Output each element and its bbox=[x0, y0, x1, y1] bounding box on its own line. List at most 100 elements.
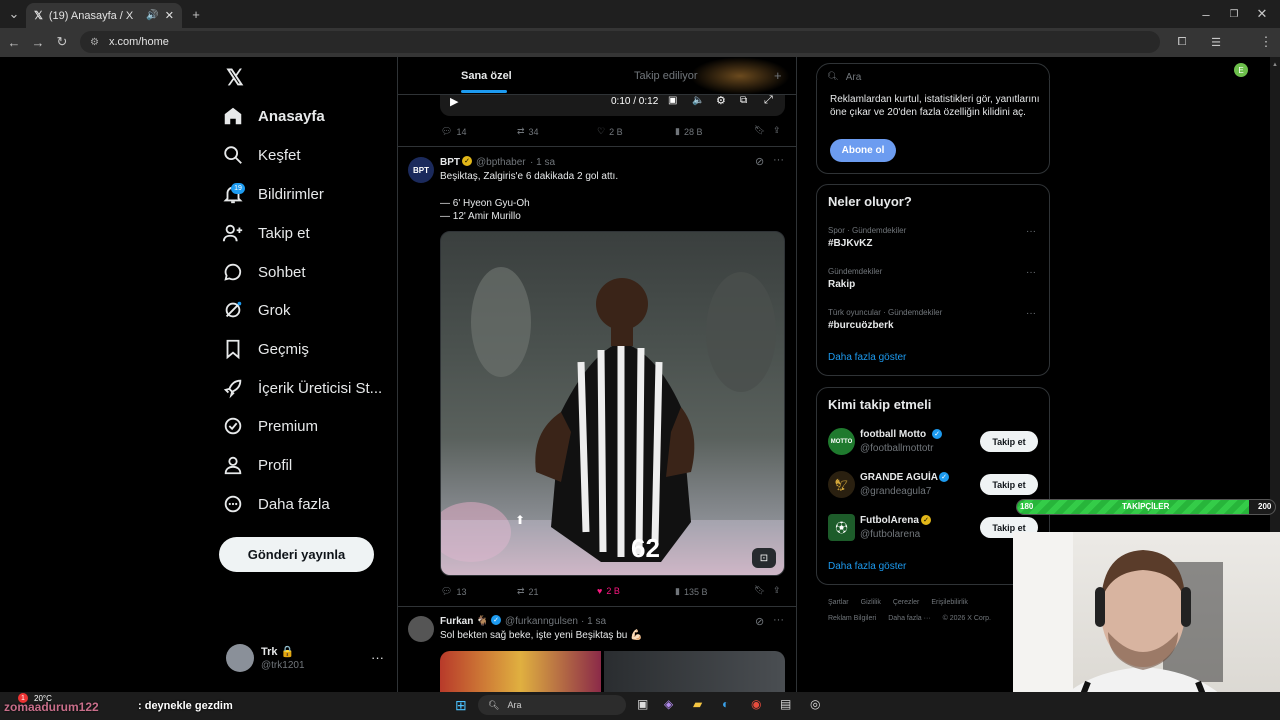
follow-button[interactable]: Takip et bbox=[980, 474, 1038, 495]
nav-explore[interactable]: Keşfet bbox=[222, 137, 301, 173]
account-more-icon[interactable]: ··· bbox=[371, 650, 384, 665]
avatar[interactable] bbox=[408, 616, 434, 642]
post-more-icon[interactable]: ··· bbox=[773, 614, 784, 626]
views-action[interactable]: ▮ 28 B bbox=[675, 126, 702, 137]
post-time[interactable]: · 1 sa bbox=[581, 616, 606, 627]
post-handle[interactable]: @furkanngulsen bbox=[505, 616, 578, 627]
avatar[interactable]: MOTTO bbox=[828, 428, 855, 455]
nav-creator-studio[interactable]: İçerik Üreticisi St... bbox=[222, 370, 382, 406]
post-author[interactable]: Furkan 🐐 bbox=[440, 616, 489, 627]
new-tab-icon[interactable]: + bbox=[186, 4, 206, 24]
avatar[interactable]: ⚽︎ bbox=[828, 514, 855, 541]
reload-icon[interactable]: ↻ bbox=[52, 32, 72, 52]
avatar[interactable]: BPT bbox=[408, 157, 434, 183]
suggested-name[interactable]: GRANDE AGUİA bbox=[860, 472, 938, 483]
tab-search-icon[interactable]: ⌄ bbox=[4, 4, 24, 24]
trend-name[interactable]: #burcuözberk bbox=[828, 320, 894, 331]
tab-close-icon[interactable]: ✕ bbox=[165, 9, 174, 22]
tab-for-you[interactable]: Sana özel bbox=[461, 70, 512, 82]
volume-icon[interactable]: 🔈 bbox=[692, 95, 704, 106]
avatar[interactable]: 🦅︎ bbox=[828, 471, 855, 498]
account-name[interactable]: Trk 🔒 bbox=[261, 645, 294, 658]
widgets-icon[interactable]: ◈ bbox=[664, 697, 673, 711]
repost-action[interactable]: ⇄ 34 bbox=[517, 126, 539, 137]
fullscreen-icon[interactable]: ⤢ bbox=[764, 94, 773, 107]
tab-audio-icon[interactable]: 🔊 bbox=[146, 10, 158, 21]
post-image[interactable] bbox=[604, 651, 785, 692]
scroll-up-icon[interactable]: ▲ bbox=[1272, 62, 1278, 70]
reply-action[interactable]: 💬︎ 13 bbox=[441, 586, 466, 597]
taskbar-search[interactable]: 🔍︎ Ara bbox=[478, 695, 626, 715]
nav-home[interactable]: Anasayfa bbox=[222, 98, 325, 134]
image-grok-icon[interactable]: ⊡ bbox=[752, 548, 776, 568]
url-field[interactable]: ⚙ x.com/home bbox=[80, 31, 1160, 53]
post-image[interactable]: 62 bbox=[440, 231, 785, 576]
nav-bookmarks[interactable]: Geçmiş bbox=[222, 331, 309, 367]
nav-more[interactable]: Daha fazla bbox=[222, 486, 330, 522]
app-icon[interactable]: ◎ bbox=[810, 697, 820, 711]
grok-post-icon[interactable]: ⊘ bbox=[755, 155, 764, 168]
task-view-icon[interactable]: ▣ bbox=[637, 697, 648, 711]
account-avatar[interactable] bbox=[226, 644, 254, 672]
play-icon[interactable]: ▶ bbox=[450, 95, 458, 108]
post-time[interactable]: · 1 sa bbox=[530, 157, 555, 168]
follow-show-more[interactable]: Daha fazla göster bbox=[828, 561, 906, 572]
post-handle[interactable]: @bpthaber bbox=[476, 157, 526, 168]
like-action[interactable]: ♡ 2 B bbox=[597, 126, 623, 137]
suggested-name[interactable]: FutbolArena bbox=[860, 515, 919, 526]
windows-start-icon[interactable]: ⊞ bbox=[455, 697, 467, 714]
post-more-icon[interactable]: ··· bbox=[773, 154, 784, 166]
nav-grok[interactable]: Grok bbox=[222, 292, 291, 328]
restore-icon[interactable]: ❐ bbox=[1224, 4, 1244, 24]
footer-ads-info[interactable]: Reklam Bilgileri bbox=[828, 615, 876, 622]
footer-cookies[interactable]: Çerezler bbox=[893, 599, 919, 606]
pip-icon[interactable]: ⧉ bbox=[740, 95, 747, 106]
trend-name[interactable]: Rakip bbox=[828, 279, 855, 290]
nav-premium[interactable]: Premium bbox=[222, 408, 318, 444]
subscribe-button[interactable]: Abone ol bbox=[830, 139, 896, 162]
profile-avatar-icon[interactable]: E bbox=[1234, 63, 1248, 77]
minimize-icon[interactable]: – bbox=[1196, 4, 1216, 24]
x-logo-icon[interactable]: 𝕏 bbox=[226, 65, 244, 91]
trend-more-icon[interactable]: ··· bbox=[1026, 226, 1036, 237]
file-explorer-icon[interactable]: ▰ bbox=[693, 697, 702, 711]
trends-show-more[interactable]: Daha fazla göster bbox=[828, 352, 906, 363]
footer-accessibility[interactable]: Erişilebilirlik bbox=[931, 599, 968, 606]
chrome-icon[interactable]: ◉ bbox=[751, 697, 761, 711]
extensions-icon[interactable]: ⧠ bbox=[1172, 32, 1192, 52]
browser-menu-icon[interactable]: ⋮ bbox=[1256, 32, 1276, 52]
site-info-icon[interactable]: ⚙ bbox=[90, 37, 99, 48]
add-tab-icon[interactable]: + bbox=[774, 68, 782, 83]
reply-action[interactable]: 💬︎ 14 bbox=[441, 126, 466, 137]
trend-more-icon[interactable]: ··· bbox=[1026, 308, 1036, 319]
nav-follow[interactable]: Takip et bbox=[222, 215, 310, 251]
follow-button[interactable]: Takip et bbox=[980, 431, 1038, 452]
share-icon[interactable]: ⇪ bbox=[773, 585, 781, 596]
post-author[interactable]: BPT bbox=[440, 157, 460, 168]
store-icon[interactable]: ▤ bbox=[780, 697, 791, 711]
repost-action[interactable]: ⇄ 21 bbox=[517, 586, 539, 597]
footer-more[interactable]: Daha fazla ··· bbox=[888, 615, 930, 622]
grok-post-icon[interactable]: ⊘ bbox=[755, 615, 764, 628]
back-icon[interactable]: ← bbox=[4, 32, 24, 52]
window-close-icon[interactable]: ✕ bbox=[1252, 4, 1272, 24]
tab-following[interactable]: Takip ediliyor bbox=[634, 70, 698, 82]
footer-terms[interactable]: Şartlar bbox=[828, 599, 849, 606]
captions-icon[interactable]: ▣ bbox=[668, 95, 677, 106]
browser-tab[interactable]: 𝕏 (19) Anasayfa / X 🔊 ✕ bbox=[26, 3, 182, 28]
suggested-name[interactable]: football Motto bbox=[860, 429, 926, 440]
share-icon[interactable]: ⇪ bbox=[773, 125, 781, 136]
post-button[interactable]: Gönderi yayınla bbox=[219, 537, 374, 572]
footer-privacy[interactable]: Gizlilik bbox=[861, 599, 881, 606]
bookmark-action-icon[interactable]: 🔖︎ bbox=[754, 125, 765, 136]
nav-profile[interactable]: Profil bbox=[222, 447, 292, 483]
edge-icon[interactable]: ◐ bbox=[722, 697, 729, 711]
views-action[interactable]: ▮ 135 B bbox=[675, 586, 707, 597]
nav-chat[interactable]: Sohbet bbox=[222, 254, 306, 290]
trend-name[interactable]: #BJKvKZ bbox=[828, 238, 872, 249]
trend-more-icon[interactable]: ··· bbox=[1026, 267, 1036, 278]
bookmark-action-icon[interactable]: 🔖︎ bbox=[754, 585, 765, 596]
settings-gear-icon[interactable]: ⚙ bbox=[716, 94, 726, 107]
like-action[interactable]: ♥ 2 B bbox=[597, 586, 620, 596]
reading-list-icon[interactable]: ☰ bbox=[1206, 32, 1226, 52]
